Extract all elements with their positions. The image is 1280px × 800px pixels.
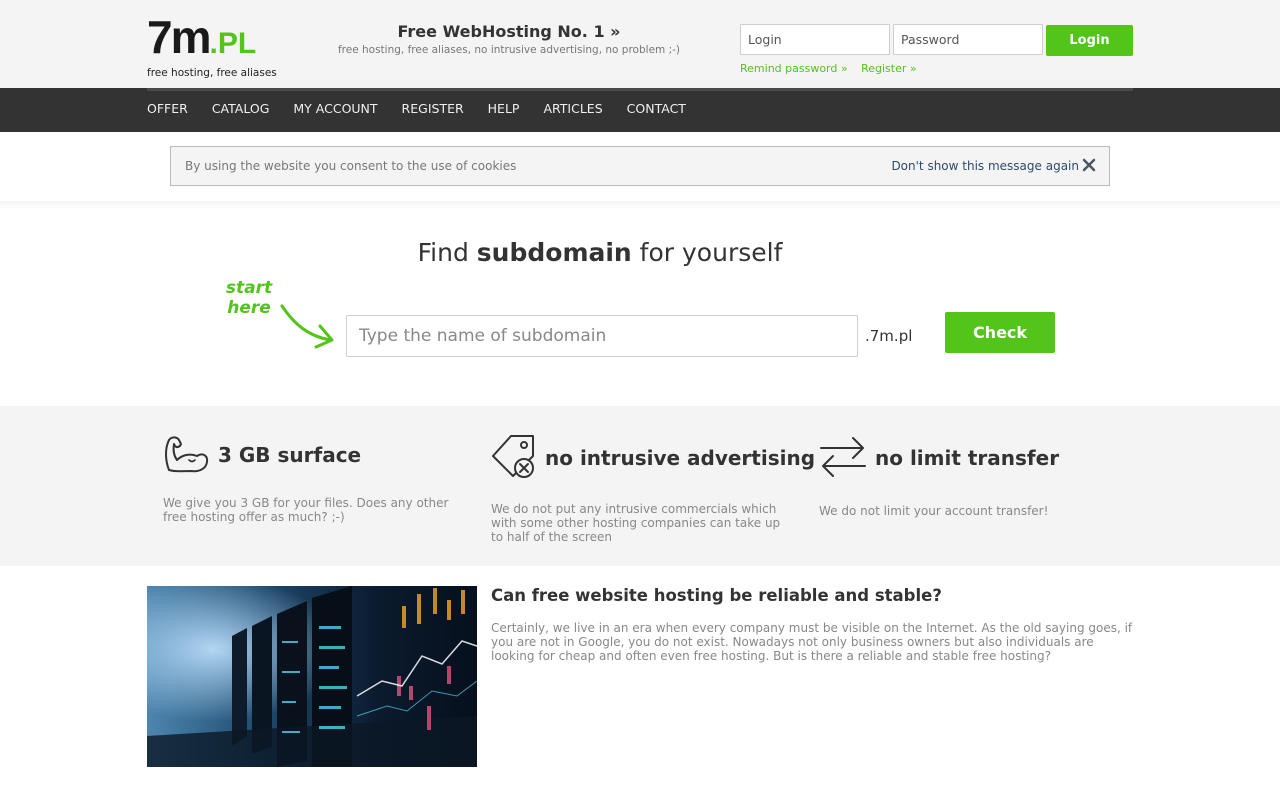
password-input[interactable] bbox=[893, 24, 1043, 55]
article-image[interactable] bbox=[147, 586, 477, 767]
promo-banner[interactable]: Free WebHosting No. 1 » free hosting, fr… bbox=[330, 22, 688, 56]
logo-tagline: free hosting, free aliases bbox=[147, 67, 277, 79]
cookie-notice: By using the website you consent to the … bbox=[170, 146, 1110, 186]
domain-suffix: .7m.pl bbox=[865, 327, 913, 345]
features-section: 3 GB surface We give you 3 GB for your f… bbox=[0, 406, 1280, 566]
site-header: 7m.PL free hosting, free aliases Free We… bbox=[0, 0, 1280, 88]
nav-divider bbox=[147, 88, 1133, 91]
close-icon[interactable] bbox=[1081, 157, 1097, 175]
nav-item-register[interactable]: REGISTER bbox=[402, 101, 464, 116]
transfer-arrows-icon bbox=[820, 437, 866, 477]
logo-mark: 7m.PL bbox=[147, 11, 257, 63]
main-nav: OFFER CATALOG MY ACCOUNT REGISTER HELP A… bbox=[0, 88, 1280, 132]
login-button[interactable]: Login bbox=[1046, 25, 1133, 56]
start-here-hint: start here bbox=[225, 278, 273, 318]
promo-title[interactable]: Free WebHosting No. 1 » bbox=[330, 22, 688, 41]
server-room-image bbox=[147, 586, 477, 767]
nav-list: OFFER CATALOG MY ACCOUNT REGISTER HELP A… bbox=[147, 101, 710, 116]
price-tag-no-icon bbox=[492, 435, 534, 478]
check-button[interactable]: Check bbox=[945, 312, 1055, 353]
remind-password-link[interactable]: Remind password » bbox=[740, 62, 848, 75]
nav-item-my-account[interactable]: MY ACCOUNT bbox=[293, 101, 377, 116]
cookie-dismiss-link[interactable]: Don't show this message again bbox=[891, 159, 1079, 173]
muscle-arm-icon bbox=[165, 436, 209, 473]
promo-subtitle: free hosting, free aliases, no intrusive… bbox=[337, 44, 681, 56]
feature-title: no limit transfer bbox=[875, 446, 1060, 470]
search-heading: Find subdomain for yourself bbox=[417, 238, 783, 267]
nav-item-catalog[interactable]: CATALOG bbox=[212, 101, 270, 116]
feature-title: no intrusive advertising bbox=[545, 446, 816, 470]
site-logo[interactable]: 7m.PL free hosting, free aliases bbox=[147, 14, 277, 79]
login-input[interactable] bbox=[740, 24, 890, 55]
nav-item-offer[interactable]: OFFER bbox=[147, 101, 188, 116]
section-divider bbox=[0, 201, 1280, 209]
cookie-text: By using the website you consent to the … bbox=[185, 159, 517, 173]
feature-description: We do not put any intrusive commercials … bbox=[491, 502, 781, 544]
feature-description: We give you 3 GB for your files. Does an… bbox=[163, 496, 449, 524]
article-title[interactable]: Can free website hosting be reliable and… bbox=[491, 586, 942, 605]
login-links: Remind password » Register » bbox=[740, 62, 927, 75]
nav-item-articles[interactable]: ARTICLES bbox=[543, 101, 602, 116]
feature-title: 3 GB surface bbox=[218, 443, 362, 467]
pointer-arrow-icon bbox=[280, 304, 334, 349]
subdomain-input[interactable] bbox=[346, 315, 858, 357]
nav-item-contact[interactable]: CONTACT bbox=[627, 101, 686, 116]
article-excerpt: Certainly, we live in an era when every … bbox=[491, 621, 1133, 663]
feature-description: We do not limit your account transfer! bbox=[819, 504, 1049, 518]
nav-item-help[interactable]: HELP bbox=[488, 101, 520, 116]
register-link[interactable]: Register » bbox=[861, 62, 917, 75]
